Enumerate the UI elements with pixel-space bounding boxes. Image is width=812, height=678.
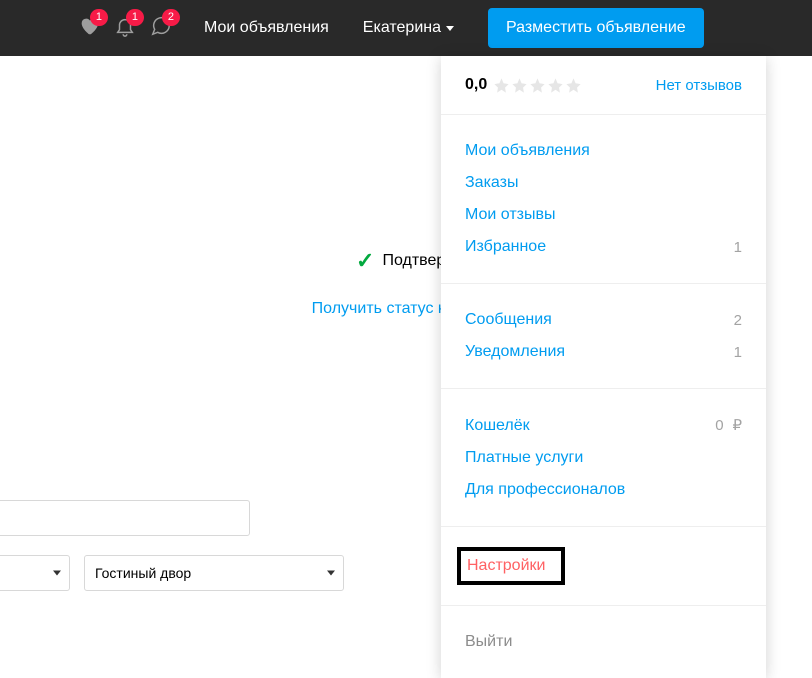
star-icon [529,77,546,94]
rating-section: 0,0 Нет отзывов [441,56,766,115]
dd-my-ads[interactable]: Мои объявления [465,135,742,167]
chevron-down-icon [446,26,454,31]
messages-badge: 2 [162,9,180,26]
dd-section-messaging: Сообщения2 Уведомления1 [441,284,766,389]
dd-professionals[interactable]: Для профессионалов [465,474,742,506]
dd-messages[interactable]: Сообщения2 [465,304,742,336]
dd-settings-highlight: Настройки [457,547,565,585]
star-icon [565,77,582,94]
top-header: 1 1 2 Мои объявления Екатерина Разместит… [0,0,812,56]
star-icon [547,77,564,94]
user-dropdown: 0,0 Нет отзывов Мои объявления Заказы Мо… [441,56,766,678]
dd-logout[interactable]: Выйти [465,626,742,658]
favorites-icon[interactable]: 1 [78,15,100,42]
star-icon [493,77,510,94]
dd-settings[interactable]: Настройки [467,557,545,575]
user-menu-toggle[interactable]: Екатерина [363,19,454,37]
form-row-2: Гостиный двор [0,555,344,591]
no-reviews-link[interactable]: Нет отзывов [656,77,742,94]
dd-section-settings: Настройки [441,527,766,606]
user-name: Екатерина [363,19,441,37]
post-ad-button[interactable]: Разместить объявление [488,8,704,48]
dd-section-money: Кошелёк0 ₽ Платные услуги Для профессион… [441,389,766,527]
dd-paid-services[interactable]: Платные услуги [465,442,742,474]
dd-section-logout: Выйти [441,606,766,678]
dd-orders[interactable]: Заказы [465,167,742,199]
header-icons: 1 1 2 [78,15,172,42]
bell-icon[interactable]: 1 [114,15,136,42]
favorites-badge: 1 [90,9,108,26]
select-metro[interactable]: Гостиный двор [84,555,344,591]
dd-section-profile: Мои объявления Заказы Мои отзывы Избранн… [441,115,766,284]
star-icon [511,77,528,94]
rouble-icon: ₽ [732,417,742,434]
my-ads-link[interactable]: Мои объявления [200,13,333,43]
dd-favorites[interactable]: Избранное1 [465,231,742,263]
dd-wallet[interactable]: Кошелёк0 ₽ [465,409,742,442]
notifications-badge: 1 [126,9,144,26]
rating-value: 0,0 [465,76,487,94]
dd-notifications[interactable]: Уведомления1 [465,336,742,368]
form-row-1 [0,500,250,536]
rating-stars [493,77,582,94]
select-small[interactable] [0,555,70,591]
check-icon: ✓ [356,248,374,274]
chat-icon[interactable]: 2 [150,15,172,42]
dd-my-reviews[interactable]: Мои отзывы [465,199,742,231]
text-input[interactable] [0,500,250,536]
